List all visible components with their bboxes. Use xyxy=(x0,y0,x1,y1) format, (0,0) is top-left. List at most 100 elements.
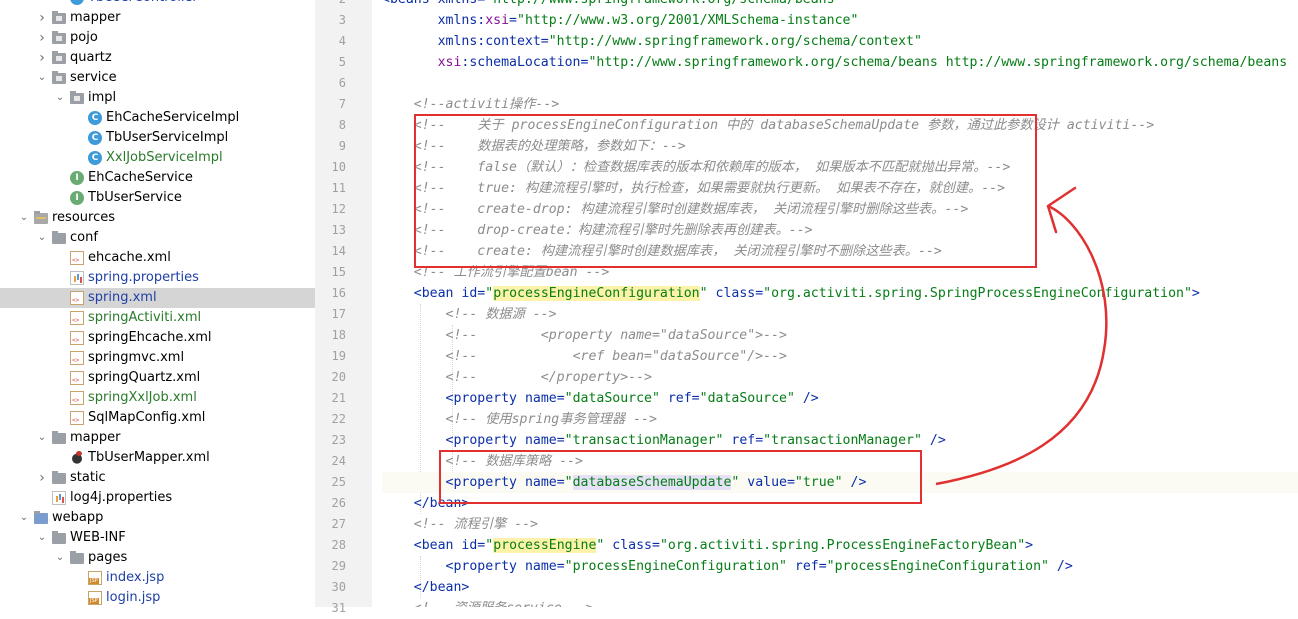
code-token: <!--activiti操作--> xyxy=(413,97,560,112)
tree-item[interactable]: C EhCacheServiceImpl xyxy=(0,108,315,128)
interface-icon: I xyxy=(70,191,84,205)
tree-item[interactable]: springEhcache.xml xyxy=(0,328,315,348)
code-line[interactable]: <!-- <property name="dataSource">--> xyxy=(382,325,1298,346)
chevron-right-icon[interactable]: › xyxy=(36,8,48,28)
code-line[interactable]: <!-- 使用spring事务管理器 --> xyxy=(382,409,1298,430)
code-line[interactable]: <property name="processEngineConfigurati… xyxy=(382,556,1298,577)
tree-item[interactable]: C TbUserController xyxy=(0,0,315,8)
tree-item[interactable]: login.jsp xyxy=(0,588,315,607)
tree-item-label: TbUserService xyxy=(88,190,182,205)
xml-file-icon xyxy=(70,251,84,265)
tree-item[interactable]: index.jsp xyxy=(0,568,315,588)
code-line[interactable]: <!-- 流程引擎 --> xyxy=(382,514,1298,535)
code-token: name= xyxy=(524,433,565,448)
code-token: /> xyxy=(1056,559,1073,574)
code-line[interactable]: xmlns:xsi="http://www.w3.org/2001/XMLSch… xyxy=(382,10,1298,31)
code-token: xmlns: xyxy=(437,13,486,28)
code-line[interactable]: <bean id="processEngineConfiguration" cl… xyxy=(382,283,1298,304)
code-line[interactable]: </bean> xyxy=(382,577,1298,598)
tree-item[interactable]: › static xyxy=(0,468,315,488)
line-number: 12 xyxy=(331,202,346,216)
code-token: "http://www.w3.org/2001/XMLSchema-instan… xyxy=(517,13,859,28)
tree-item[interactable]: › mapper xyxy=(0,8,315,28)
code-token: name= xyxy=(524,559,565,574)
line-number: 7 xyxy=(338,97,346,111)
code-editor[interactable]: <beans xmlns="http://www.springframework… xyxy=(372,0,1298,607)
tree-item[interactable]: springXxlJob.xml xyxy=(0,388,315,408)
code-line[interactable]: <beans xmlns="http://www.springframework… xyxy=(382,0,1298,10)
code-line[interactable]: <property name="transactionManager" ref=… xyxy=(382,430,1298,451)
tree-item[interactable]: spring.xml xyxy=(0,288,315,308)
jsp-file-icon xyxy=(88,591,102,605)
tree-item[interactable]: springActiviti.xml xyxy=(0,308,315,328)
tree-item[interactable]: C XxlJobServiceImpl xyxy=(0,148,315,168)
tree-item[interactable]: I TbUserService xyxy=(0,188,315,208)
line-number: 17 xyxy=(331,307,346,321)
code-line[interactable]: <!--activiti操作--> xyxy=(382,94,1298,115)
tree-item[interactable]: › quartz xyxy=(0,48,315,68)
code-line[interactable] xyxy=(382,73,1298,94)
tree-item[interactable]: I EhCacheService xyxy=(0,168,315,188)
code-line[interactable]: <!-- <ref bean="dataSource"/>--> xyxy=(382,346,1298,367)
code-line[interactable]: <bean id="processEngine" class="org.acti… xyxy=(382,535,1298,556)
chevron-right-icon[interactable]: › xyxy=(36,468,48,488)
line-number: 25 xyxy=(331,475,346,489)
tree-item[interactable]: ⌄ service xyxy=(0,68,315,88)
code-line[interactable]: <!-- </property>--> xyxy=(382,367,1298,388)
class-icon: C xyxy=(70,0,84,5)
tree-item[interactable]: ⌄ conf xyxy=(0,228,315,248)
line-number: 31 xyxy=(331,601,346,615)
tree-item[interactable]: springQuartz.xml xyxy=(0,368,315,388)
tree-item[interactable]: C TbUserServiceImpl xyxy=(0,128,315,148)
tree-item-label: login.jsp xyxy=(106,590,161,605)
web-folder-icon xyxy=(34,511,48,524)
tree-item[interactable]: ⌄ mapper xyxy=(0,428,315,448)
tree-item[interactable]: spring.properties xyxy=(0,268,315,288)
code-line[interactable]: <property name="dataSource" ref="dataSou… xyxy=(382,388,1298,409)
chevron-down-icon[interactable]: ⌄ xyxy=(18,508,30,528)
chevron-down-icon[interactable]: ⌄ xyxy=(54,88,66,108)
tree-item[interactable]: ⌄ resources xyxy=(0,208,315,228)
code-line[interactable]: xsi:schemaLocation="http://www.springfra… xyxy=(382,52,1298,73)
chevron-down-icon[interactable]: ⌄ xyxy=(36,228,48,248)
project-tree[interactable]: C TbUserController › mapper › pojo › quartz ⌄ ser… xyxy=(0,0,315,607)
tree-item-label: XxlJobServiceImpl xyxy=(106,150,223,165)
code-token: "http://www.springframework.org/schema/b… xyxy=(485,0,842,7)
tree-item[interactable]: › pojo xyxy=(0,28,315,48)
tree-item[interactable]: SqlMapConfig.xml xyxy=(0,408,315,428)
code-line[interactable]: xmlns:context="http://www.springframewor… xyxy=(382,31,1298,52)
line-number: 18 xyxy=(331,328,346,342)
chevron-down-icon[interactable]: ⌄ xyxy=(36,428,48,448)
chevron-right-icon[interactable]: › xyxy=(36,28,48,48)
tree-item[interactable]: TbUserMapper.xml xyxy=(0,448,315,468)
tree-item[interactable]: ⌄ impl xyxy=(0,88,315,108)
chevron-down-icon[interactable]: ⌄ xyxy=(18,208,30,228)
code-token: <property xyxy=(445,559,525,574)
tree-item-label: index.jsp xyxy=(106,570,165,585)
tree-item[interactable]: ⌄ WEB-INF xyxy=(0,528,315,548)
tree-item[interactable]: ehcache.xml xyxy=(0,248,315,268)
chevron-down-icon[interactable]: ⌄ xyxy=(54,548,66,568)
code-line[interactable]: <!-- 数据源 --> xyxy=(382,304,1298,325)
tree-item[interactable]: ⌄ pages xyxy=(0,548,315,568)
code-token: xsi xyxy=(437,55,462,70)
code-token: " xyxy=(699,286,716,301)
chevron-down-icon[interactable]: ⌄ xyxy=(36,528,48,548)
properties-file-icon xyxy=(52,491,66,505)
tree-item[interactable]: log4j.properties xyxy=(0,488,315,508)
tree-item[interactable]: ⌄ webapp xyxy=(0,508,315,528)
chevron-down-icon[interactable]: ⌄ xyxy=(36,68,48,88)
folder-icon xyxy=(52,231,66,244)
chevron-right-icon[interactable]: › xyxy=(36,48,48,68)
folder-icon xyxy=(70,551,84,564)
code-line[interactable]: <!-- 资源服务service --> xyxy=(382,598,1298,607)
tree-item[interactable]: springmvc.xml xyxy=(0,348,315,368)
tree-item-label: conf xyxy=(70,230,98,245)
